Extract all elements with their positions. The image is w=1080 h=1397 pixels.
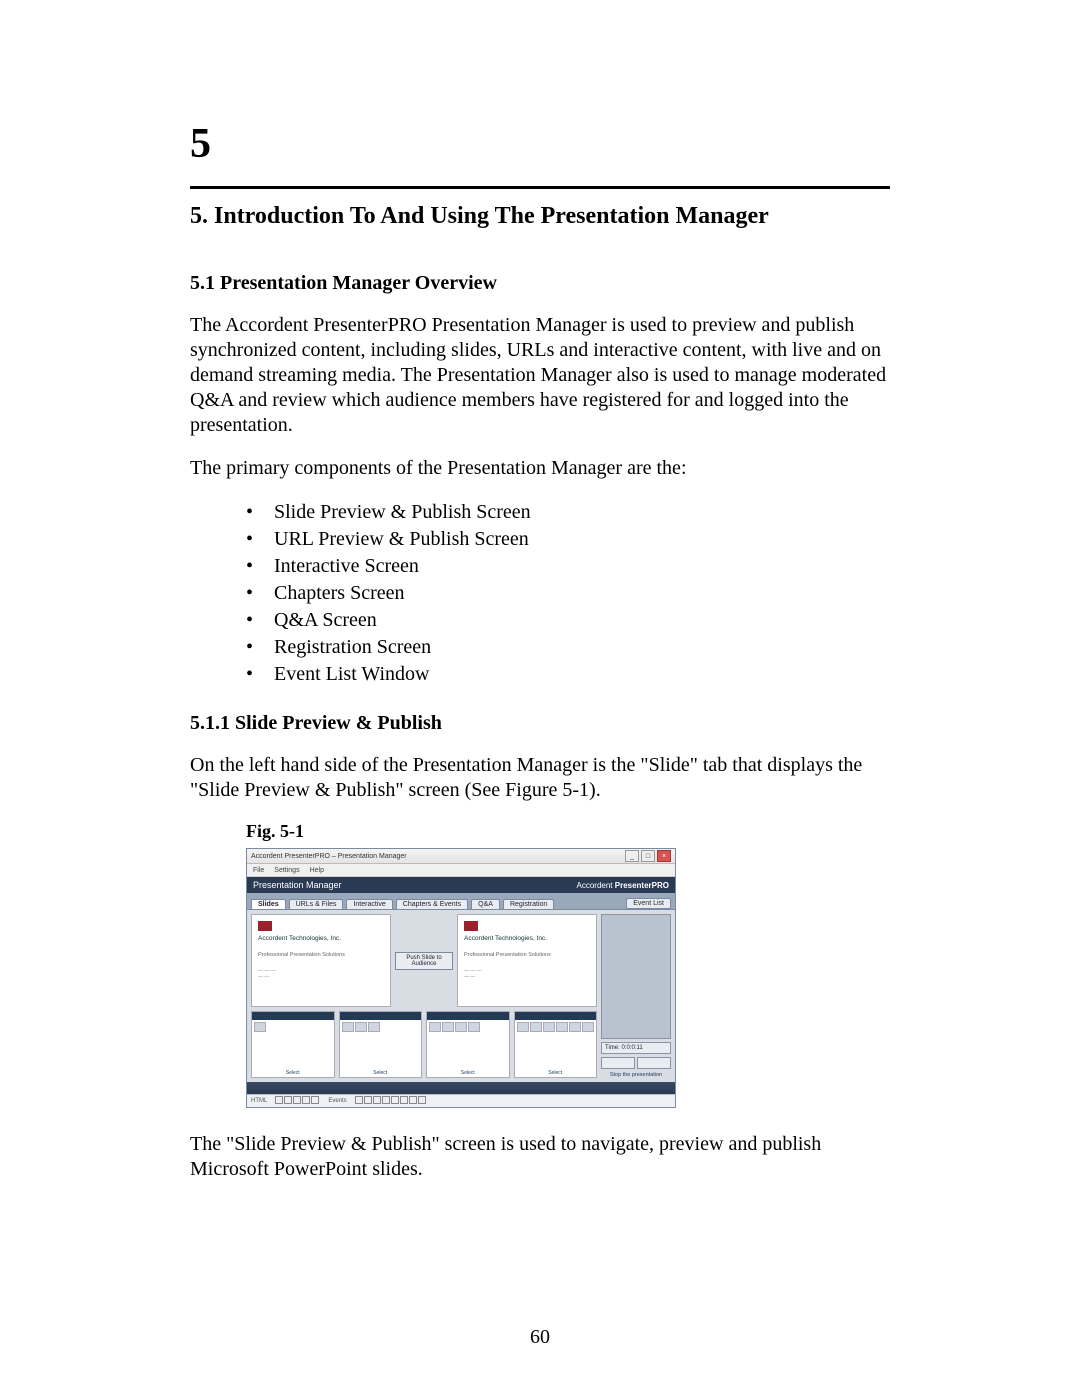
status-indicator-dots	[355, 1096, 427, 1106]
slide-logo-icon	[258, 921, 272, 931]
thumbnail-body	[252, 1020, 334, 1069]
thumbnail-body	[427, 1020, 509, 1069]
tab-registration[interactable]: Registration	[503, 899, 554, 909]
app-footer-bar	[247, 1082, 675, 1094]
slide-intro-paragraph: On the left hand side of the Presentatio…	[190, 753, 890, 803]
tab-urls-files[interactable]: URLs & Files	[289, 899, 344, 909]
slide-description-paragraph: The "Slide Preview & Publish" screen is …	[190, 1132, 890, 1182]
close-button[interactable]: ×	[657, 850, 671, 862]
subsection-title: 5.1 Presentation Manager Overview	[190, 272, 890, 295]
slide-smalltext: — — —— —	[258, 968, 384, 980]
thumbnail-select-link[interactable]: Select	[515, 1069, 597, 1077]
tab-chapters-events[interactable]: Chapters & Events	[396, 899, 468, 909]
brand-bold: PresenterPRO	[615, 881, 669, 890]
thumbnail-header	[252, 1012, 334, 1020]
status-indicator-dots	[275, 1096, 320, 1106]
thumbnail-panel[interactable]: Select	[426, 1011, 510, 1078]
push-slide-button[interactable]: Push Slide to Audience	[395, 952, 453, 970]
thumbnail-panel[interactable]: Select	[339, 1011, 423, 1078]
list-item: Registration Screen	[246, 634, 890, 661]
thumbnail-select-link[interactable]: Select	[427, 1069, 509, 1077]
list-item: Event List Window	[246, 661, 890, 688]
menu-item-help[interactable]: Help	[310, 867, 324, 874]
tab-bar: Slides URLs & Files Interactive Chapters…	[247, 893, 675, 910]
list-item: Slide Preview & Publish Screen	[246, 499, 890, 526]
subsubsection-title: 5.1.1 Slide Preview & Publish	[190, 712, 890, 735]
slide-company: Accordent Technologies, Inc.	[258, 935, 384, 942]
list-item: Chapters Screen	[246, 580, 890, 607]
current-slide-preview: Accordent Technologies, Inc. Professiona…	[251, 914, 391, 1007]
time-display: Time: 0:0:0:11	[601, 1042, 671, 1054]
slide-logo-icon	[464, 921, 478, 931]
chapter-number: 5	[190, 120, 890, 168]
list-item: Q&A Screen	[246, 607, 890, 634]
thumbnail-header	[515, 1012, 597, 1020]
overview-paragraph: The Accordent PresenterPRO Presentation …	[190, 313, 890, 438]
figure-label: Fig. 5-1	[246, 821, 890, 842]
status-mid-label: Events	[328, 1098, 346, 1104]
window-controls: _ □ ×	[625, 850, 671, 862]
app-body: Accordent Technologies, Inc. Professiona…	[247, 910, 675, 1082]
app-header-title: Presentation Manager	[253, 880, 342, 890]
list-item: Interactive Screen	[246, 553, 890, 580]
time-value: 0:0:0:11	[621, 1045, 642, 1051]
app-header-brand: Accordent PresenterPRO	[577, 881, 670, 890]
menu-item-settings[interactable]: Settings	[274, 867, 299, 874]
thumbnail-select-link[interactable]: Select	[252, 1069, 334, 1077]
control-button[interactable]	[637, 1057, 671, 1069]
thumbnail-header	[340, 1012, 422, 1020]
thumbnail-panel[interactable]: Select	[251, 1011, 335, 1078]
tab-slides[interactable]: Slides	[251, 899, 286, 909]
main-panel: Accordent Technologies, Inc. Professiona…	[251, 914, 597, 1078]
brand-prefix: Accordent	[577, 881, 615, 890]
page-number: 60	[0, 1326, 1080, 1349]
status-bar: HTML Events	[247, 1094, 675, 1107]
control-button[interactable]	[601, 1057, 635, 1069]
side-panel: Time: 0:0:0:11 Stop the presentation	[601, 914, 671, 1078]
slide-tagline: Professional Presentation Solutions	[464, 952, 590, 958]
thumbnail-header	[427, 1012, 509, 1020]
slide-company: Accordent Technologies, Inc.	[464, 935, 590, 942]
maximize-button[interactable]: □	[641, 850, 655, 862]
tab-interactive[interactable]: Interactive	[346, 899, 392, 909]
section-title: 5. Introduction To And Using The Present…	[190, 203, 890, 230]
window-titlebar: Accordent PresenterPRO – Presentation Ma…	[247, 849, 675, 864]
horizontal-rule	[190, 186, 890, 189]
app-header: Presentation Manager Accordent Presenter…	[247, 877, 675, 893]
list-item: URL Preview & Publish Screen	[246, 526, 890, 553]
menu-item-file[interactable]: File	[253, 867, 264, 874]
status-left-label: HTML	[251, 1098, 267, 1104]
thumbnail-row: Select Select Select	[251, 1011, 597, 1078]
thumbnail-body	[515, 1020, 597, 1069]
window-title: Accordent PresenterPRO – Presentation Ma…	[251, 853, 407, 860]
slide-smalltext: — — —— —	[464, 968, 590, 980]
stop-presentation-label[interactable]: Stop the presentation	[601, 1072, 671, 1078]
time-label: Time:	[605, 1045, 620, 1051]
event-list-panel	[601, 914, 671, 1039]
minimize-button[interactable]: _	[625, 850, 639, 862]
preview-row: Accordent Technologies, Inc. Professiona…	[251, 914, 597, 1007]
event-list-button[interactable]: Event List	[626, 898, 671, 909]
figure-screenshot: Accordent PresenterPRO – Presentation Ma…	[246, 848, 676, 1108]
slide-tagline: Professional Presentation Solutions	[258, 952, 384, 958]
next-slide-preview: Accordent Technologies, Inc. Professiona…	[457, 914, 597, 1007]
tab-qa[interactable]: Q&A	[471, 899, 500, 909]
thumbnail-panel[interactable]: Select	[514, 1011, 598, 1078]
components-intro-paragraph: The primary components of the Presentati…	[190, 456, 890, 481]
menu-bar: File Settings Help	[247, 864, 675, 877]
thumbnail-body	[340, 1020, 422, 1069]
control-buttons-row	[601, 1057, 671, 1069]
components-list: Slide Preview & Publish Screen URL Previ…	[246, 499, 890, 688]
thumbnail-select-link[interactable]: Select	[340, 1069, 422, 1077]
